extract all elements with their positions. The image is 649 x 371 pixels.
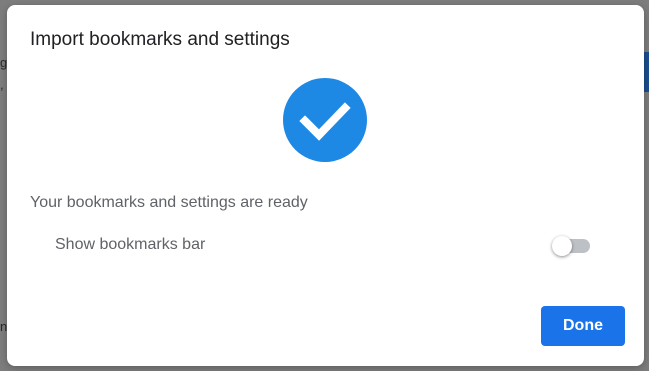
show-bookmarks-bar-toggle[interactable] [552, 234, 592, 256]
show-bookmarks-bar-label: Show bookmarks bar [55, 236, 206, 253]
done-button[interactable]: Done [541, 306, 625, 346]
background-text-fragment: , [0, 77, 4, 92]
toggle-knob [552, 236, 572, 256]
dialog-title: Import bookmarks and settings [30, 29, 290, 50]
status-message: Your bookmarks and settings are ready [30, 194, 308, 211]
check-circle-icon [283, 78, 367, 162]
import-dialog: Import bookmarks and settings Your bookm… [7, 5, 644, 366]
show-bookmarks-bar-row: Show bookmarks bar [55, 230, 595, 260]
